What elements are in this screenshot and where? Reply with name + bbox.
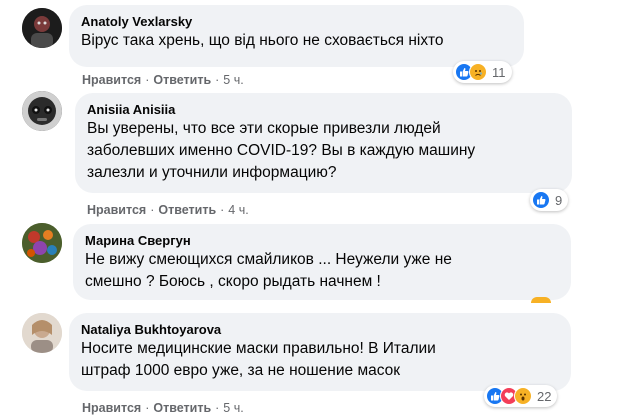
separator-dot: · — [145, 401, 150, 415]
avatar[interactable] — [22, 223, 62, 263]
comment-timestamp[interactable]: 5 ч. — [223, 73, 243, 87]
reaction-count: 22 — [537, 388, 552, 404]
avatar[interactable] — [22, 313, 62, 353]
like-icon — [532, 191, 550, 209]
reply-button[interactable]: Ответить — [153, 401, 211, 415]
haha-icon[interactable] — [531, 297, 551, 303]
sad-icon — [469, 63, 487, 81]
comment-bubble: Anatoly Vexlarsky Вірус така хрень, що в… — [69, 5, 524, 67]
comment-bubble: Anisiia Anisiia Вы уверены, что все эти … — [75, 93, 572, 193]
reactions-summary[interactable]: 11 — [453, 61, 512, 83]
separator-dot: · — [220, 203, 225, 217]
comment-author[interactable]: Anisiia Anisiia — [87, 101, 560, 118]
avatar[interactable] — [22, 8, 62, 48]
like-button[interactable]: Нравится — [87, 203, 146, 217]
comment-author[interactable]: Марина Свергун — [85, 232, 559, 249]
comment-author[interactable]: Anatoly Vexlarsky — [81, 13, 512, 30]
like-button[interactable]: Нравится — [82, 401, 141, 415]
avatar-image — [22, 91, 62, 131]
comment-bubble: Nataliya Bukhtoyarova Носите медицинские… — [69, 313, 571, 391]
reaction-count: 9 — [555, 192, 563, 208]
comment-bubble: Марина Свергун Не вижу смеющихся смайлик… — [73, 224, 571, 300]
comment-timestamp[interactable]: 4 ч. — [228, 203, 248, 217]
avatar[interactable] — [22, 91, 62, 131]
reactions-summary[interactable]: 22 — [484, 385, 558, 407]
separator-dot: · — [215, 401, 220, 415]
wow-icon — [514, 387, 532, 405]
separator-dot: · — [150, 203, 155, 217]
comment-actions: Нравится · Ответить · 4 ч. — [87, 202, 249, 218]
avatar-image — [22, 313, 62, 353]
reaction-count: 11 — [492, 64, 506, 80]
comment-actions: Нравится · Ответить · 5 ч. — [82, 72, 244, 88]
avatar-image — [22, 223, 62, 263]
comment-author[interactable]: Nataliya Bukhtoyarova — [81, 321, 559, 338]
comment-text: Вірус така хрень, що від нього не сховає… — [81, 32, 444, 49]
reply-button[interactable]: Ответить — [153, 73, 211, 87]
comment-text: Носите медицинские маски правильно! В Ит… — [81, 340, 436, 379]
like-button[interactable]: Нравится — [82, 73, 141, 87]
avatar-image — [22, 8, 62, 48]
separator-dot: · — [215, 73, 220, 87]
separator-dot: · — [145, 73, 150, 87]
reply-button[interactable]: Ответить — [158, 203, 216, 217]
comment-text: Вы уверены, что все эти скорые привезли … — [87, 120, 476, 181]
comment-actions: Нравится · Ответить · 5 ч. — [82, 400, 244, 416]
comment-timestamp[interactable]: 5 ч. — [223, 401, 243, 415]
reactions-summary[interactable]: 9 — [530, 189, 569, 211]
comment-text: Не вижу смеющихся смайликов ... Неужели … — [85, 251, 452, 290]
